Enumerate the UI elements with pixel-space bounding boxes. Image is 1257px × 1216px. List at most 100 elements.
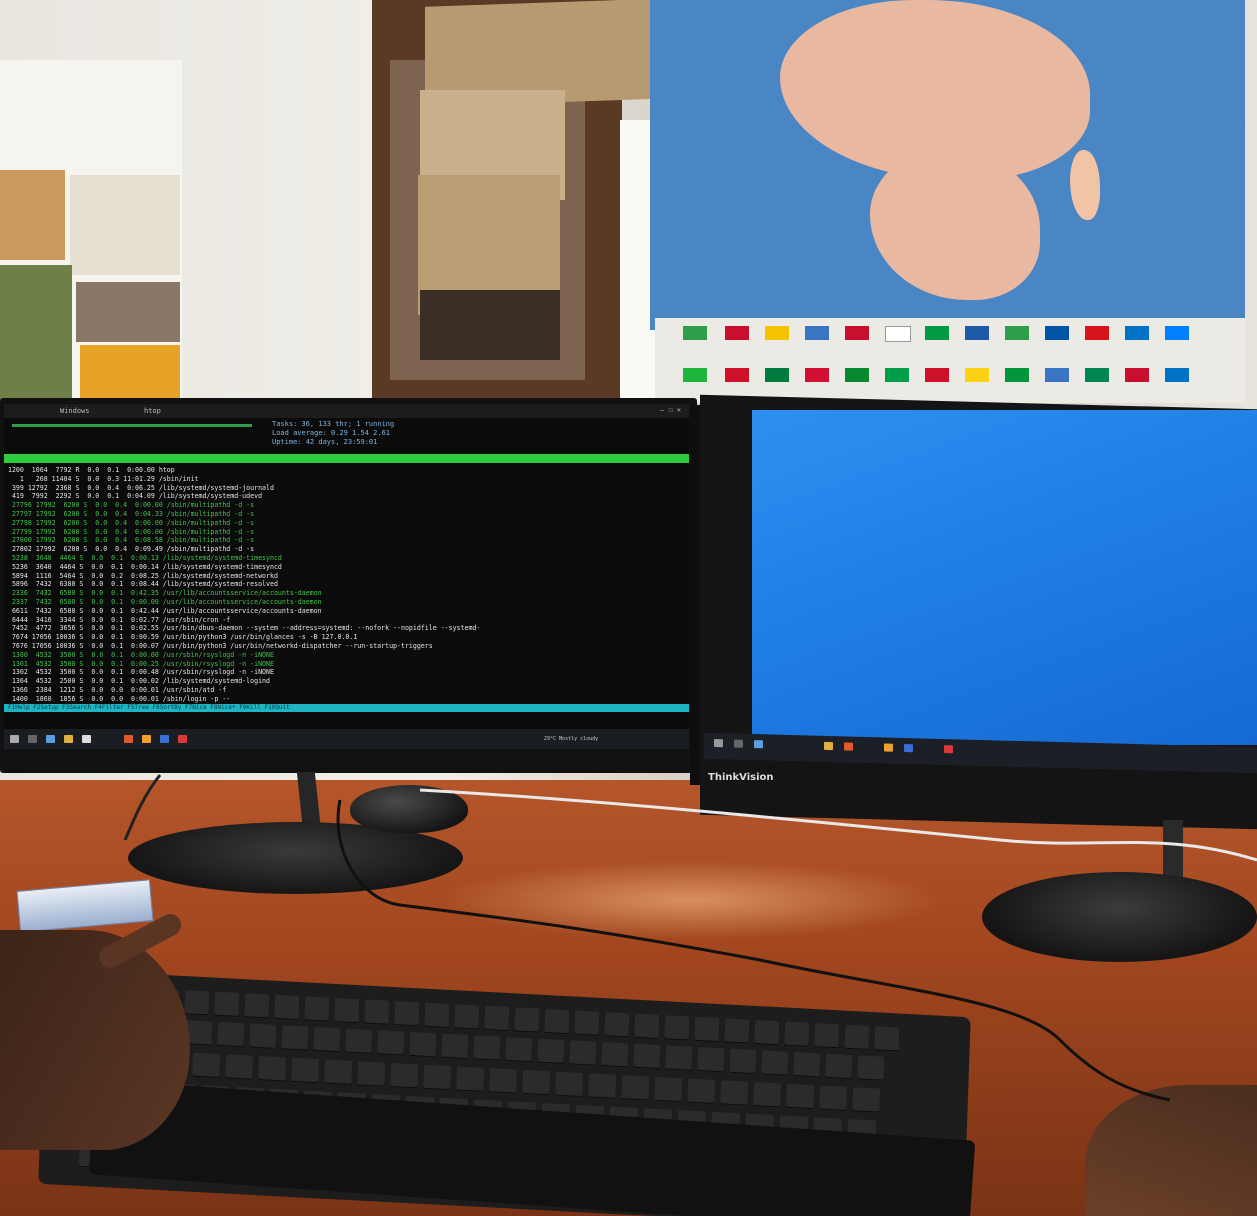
keyboard-key[interactable] <box>814 1023 840 1049</box>
keyboard-key[interactable] <box>313 1026 341 1053</box>
edge-icon[interactable] <box>754 740 763 749</box>
process-row[interactable]: 27800 17992 6200 S 0.0 0.4 0:08.58 /sbin… <box>4 536 689 545</box>
keyboard-key[interactable] <box>258 1056 287 1082</box>
keyboard-key[interactable] <box>456 1066 485 1092</box>
keyboard-key[interactable] <box>588 1073 617 1099</box>
keyboard-key[interactable] <box>424 1002 450 1028</box>
terminal-titlebar[interactable]: Windows htop — ☐ ✕ <box>4 404 689 418</box>
keyboard-key[interactable] <box>604 1012 630 1038</box>
keyboard-key[interactable] <box>217 1021 245 1048</box>
keyboard-key[interactable] <box>537 1038 565 1065</box>
start-icon[interactable] <box>10 735 19 743</box>
process-row[interactable]: 5238 3640 4464 S 0.0 0.1 0:00.13 /lib/sy… <box>4 554 689 563</box>
process-row[interactable]: 27802 17992 6200 S 0.0 0.4 0:09.49 /sbin… <box>4 545 689 554</box>
process-row[interactable]: 7674 17056 10036 S 0.0 0.1 0:00.59 /usr/… <box>4 633 689 642</box>
keyboard-key[interactable] <box>574 1010 600 1036</box>
keyboard-key[interactable] <box>489 1068 518 1094</box>
process-row[interactable]: 5896 7432 6380 S 0.0 0.1 0:08.44 /lib/sy… <box>4 580 689 589</box>
process-row[interactable]: 1 268 11404 S 0.0 0.3 11:01.29 /sbin/ini… <box>4 475 689 484</box>
keyboard-key[interactable] <box>720 1080 749 1106</box>
keyboard-key[interactable] <box>225 1054 254 1080</box>
keyboard-key[interactable] <box>214 991 240 1017</box>
keyboard-key[interactable] <box>665 1045 693 1071</box>
keyboard-key[interactable] <box>357 1061 386 1087</box>
folder-icon[interactable] <box>824 741 833 751</box>
process-row[interactable]: 6611 7432 6580 S 0.0 0.1 0:42.44 /usr/li… <box>4 607 689 616</box>
htop-column-header[interactable] <box>4 454 689 463</box>
search-icon[interactable] <box>28 735 37 743</box>
keyboard-key[interactable] <box>522 1069 551 1096</box>
keyboard-key[interactable] <box>441 1033 469 1059</box>
process-row[interactable]: 6444 3416 3344 S 0.0 0.1 0:02.77 /usr/sb… <box>4 616 689 625</box>
windows-desktop[interactable] <box>752 410 1257 745</box>
process-row[interactable]: 1302 4532 3500 S 0.0 0.1 0:00.48 /usr/sb… <box>4 668 689 677</box>
keyboard-key[interactable] <box>544 1008 570 1035</box>
htop-function-keys[interactable]: F1Help F2Setup F3Search F4Filter F5Tree … <box>4 704 689 712</box>
tab-htop[interactable]: htop <box>144 407 161 415</box>
keyboard-key[interactable] <box>304 996 330 1022</box>
app-icon[interactable] <box>142 735 151 743</box>
process-row[interactable]: 5236 3640 4464 S 0.0 0.1 0:00.14 /lib/sy… <box>4 563 689 572</box>
process-row[interactable]: 419 7992 2292 S 0.0 0.1 0:04.09 /lib/sys… <box>4 492 689 501</box>
keyboard-key[interactable] <box>825 1053 853 1080</box>
keyboard-key[interactable] <box>784 1021 810 1047</box>
process-row[interactable]: 1301 4532 3500 S 0.0 0.1 0:00.25 /usr/sb… <box>4 660 689 669</box>
keyboard-key[interactable] <box>697 1047 725 1073</box>
keyboard-key[interactable] <box>601 1042 629 1068</box>
keyboard-key[interactable] <box>664 1015 690 1041</box>
search-icon[interactable] <box>734 739 743 748</box>
keyboard-key[interactable] <box>786 1083 815 1110</box>
keyboard-key[interactable] <box>857 1055 885 1081</box>
keyboard-key[interactable] <box>324 1059 353 1085</box>
process-row[interactable]: 2337 7432 6580 S 0.0 0.1 0:00.00 /usr/li… <box>4 598 689 607</box>
keyboard-key[interactable] <box>274 994 300 1021</box>
keyboard-key[interactable] <box>394 1001 420 1027</box>
edge-icon[interactable] <box>46 735 55 743</box>
firefox-icon[interactable] <box>844 742 853 751</box>
keyboard-key[interactable] <box>514 1007 540 1033</box>
process-row[interactable]: 27799 17992 6200 S 0.0 0.4 0:00.00 /sbin… <box>4 528 689 537</box>
keyboard-key[interactable] <box>654 1076 683 1103</box>
app-icon[interactable] <box>178 735 187 743</box>
keyboard-key[interactable] <box>753 1082 782 1108</box>
windows-taskbar[interactable]: 29°C Mostly cloudy <box>4 729 689 749</box>
keyboard-key[interactable] <box>687 1078 716 1104</box>
process-row[interactable]: 5894 1116 5464 S 0.0 0.2 0:08.25 /lib/sy… <box>4 572 689 581</box>
keyboard-key[interactable] <box>874 1026 900 1052</box>
keyboard-key[interactable] <box>244 993 270 1019</box>
process-row[interactable]: 7452 4772 3656 S 0.0 0.1 0:02.55 /usr/bi… <box>4 624 689 633</box>
keyboard-key[interactable] <box>505 1036 533 1063</box>
fkeys-label[interactable]: F1Help F2Setup F3Search F4Filter F5Tree … <box>8 704 290 711</box>
keyboard-key[interactable] <box>364 999 390 1025</box>
process-row[interactable]: 1364 4532 2500 S 0.0 0.1 0:00.02 /lib/sy… <box>4 677 689 686</box>
keyboard-key[interactable] <box>724 1018 750 1044</box>
keyboard-key[interactable] <box>409 1031 437 1058</box>
folder-icon[interactable] <box>64 735 73 743</box>
keyboard-key[interactable] <box>291 1057 320 1084</box>
terminal-screen[interactable]: Windows htop — ☐ ✕ Tasks: 36, 133 thr; 1… <box>4 404 689 749</box>
process-row[interactable]: 27797 17992 6200 S 0.0 0.4 0:04.33 /sbin… <box>4 510 689 519</box>
keyboard-key[interactable] <box>390 1062 419 1089</box>
keyboard-key[interactable] <box>634 1013 660 1039</box>
process-row[interactable]: 7676 17056 10036 S 0.0 0.1 0:00.07 /usr/… <box>4 642 689 651</box>
keyboard-key[interactable] <box>761 1050 789 1076</box>
keyboard-key[interactable] <box>694 1016 720 1043</box>
process-row[interactable]: 1400 1860 1856 S 0.0 0.0 0:00.01 /sbin/l… <box>4 695 689 704</box>
computer-mouse[interactable] <box>350 785 468 833</box>
keyboard-key[interactable] <box>844 1024 870 1050</box>
process-row[interactable]: 27798 17992 6200 S 0.0 0.4 0:00.00 /sbin… <box>4 519 689 528</box>
keyboard-key[interactable] <box>334 997 360 1024</box>
keyboard-key[interactable] <box>423 1064 452 1091</box>
keyboard-key[interactable] <box>281 1025 309 1051</box>
firefox-icon[interactable] <box>124 735 133 743</box>
keyboard-key[interactable] <box>345 1028 373 1054</box>
store-icon[interactable] <box>82 735 91 743</box>
weather-status[interactable]: 29°C Mostly cloudy <box>544 736 598 742</box>
app-icon[interactable] <box>884 743 893 752</box>
keyboard-key[interactable] <box>454 1004 480 1030</box>
keyboard-key[interactable] <box>621 1075 650 1101</box>
keyboard-key[interactable] <box>473 1035 501 1061</box>
keyboard-key[interactable] <box>249 1023 277 1049</box>
keyboard-key[interactable] <box>633 1043 661 1070</box>
keyboard-key[interactable] <box>819 1085 848 1111</box>
